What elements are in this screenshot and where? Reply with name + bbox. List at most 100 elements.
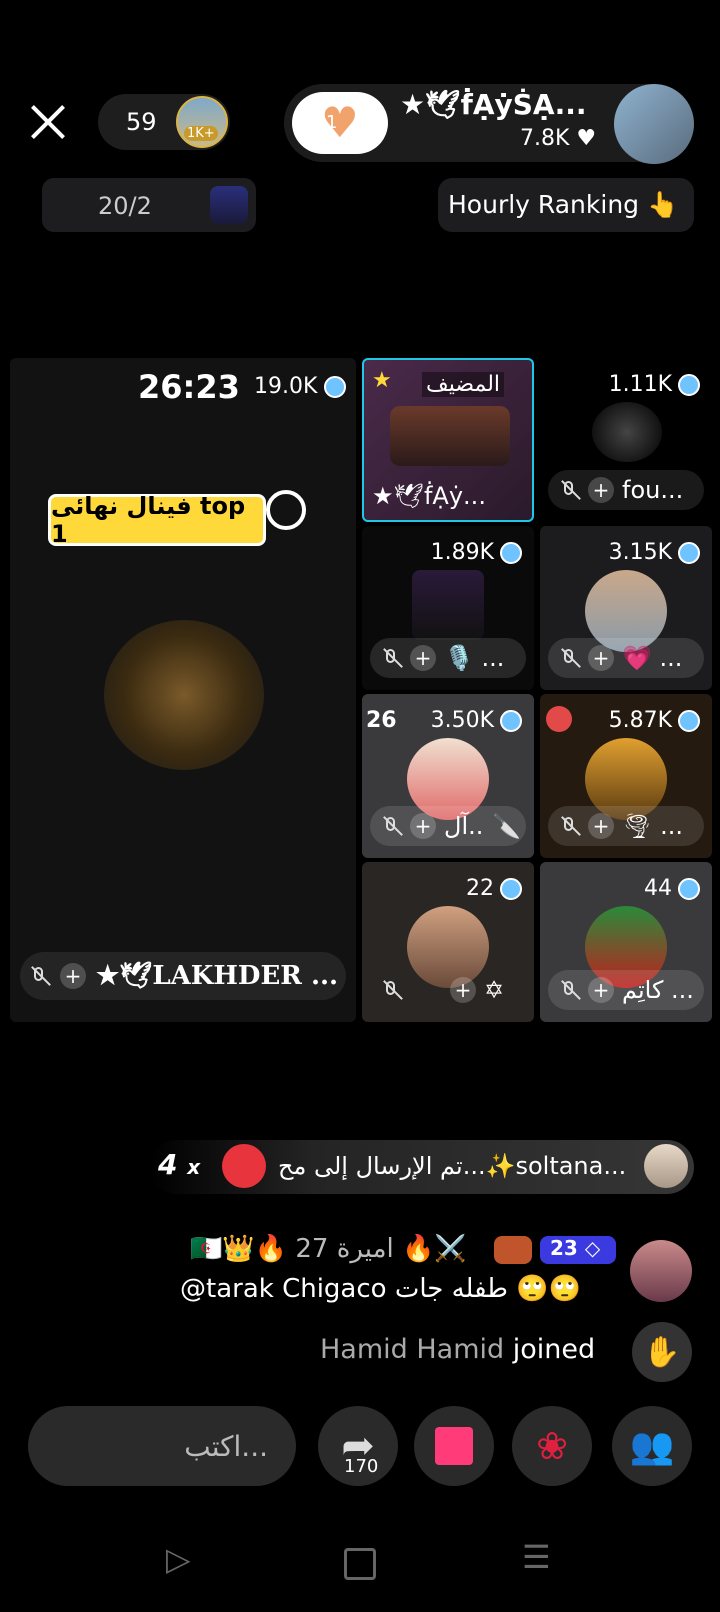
viewer-avatar: 1K+ <box>176 96 228 148</box>
seat-name: 🎙️ ... <box>444 644 505 672</box>
seat-name: 💗 ... <box>622 644 683 672</box>
nav-back-icon[interactable]: ▷ <box>166 1540 191 1578</box>
seat-6[interactable]: 5.87K + 🌪 ... <box>540 694 712 858</box>
seat-prefix: 26 <box>366 708 397 733</box>
like-count: 1 <box>326 112 338 133</box>
rose-button[interactable]: ❀ <box>512 1406 592 1486</box>
mic-off-icon <box>28 965 50 987</box>
follow-button[interactable]: + <box>410 813 436 839</box>
nav-menu-icon[interactable]: ☰ <box>522 1538 551 1576</box>
verified-icon <box>500 709 522 732</box>
gift-sender-avatar <box>644 1144 688 1188</box>
join-message: Hamid Hamid joined <box>320 1334 620 1374</box>
like-button[interactable]: ♥ 1 <box>292 92 388 154</box>
seat-name: fou... <box>622 476 684 504</box>
nav-home-icon[interactable] <box>344 1548 376 1580</box>
main-avatar <box>104 620 264 770</box>
verified-icon <box>678 877 700 900</box>
seat-2[interactable]: 1.11K + fou... <box>540 358 712 522</box>
seat-avatar <box>592 402 662 462</box>
host-likes: 7.8K ♥ <box>520 126 597 151</box>
seat-host-avatar <box>390 406 510 466</box>
seat-score: 44 <box>644 876 700 901</box>
follow-button[interactable]: + <box>410 645 436 671</box>
comment-input-placeholder: اكتب... <box>184 1430 268 1463</box>
host-avatar[interactable] <box>614 84 694 164</box>
commenter-avatar[interactable] <box>630 1240 692 1302</box>
verified-icon <box>678 541 700 564</box>
goal-progress: 20/2 <box>98 192 152 220</box>
hourly-ranking-button[interactable]: Hourly Ranking 👆 <box>438 178 694 232</box>
seat-3[interactable]: 1.89K + 🎙️ ... <box>362 526 534 690</box>
mic-off-icon <box>380 815 402 837</box>
comment-input[interactable]: اكتب... <box>28 1406 296 1486</box>
gift-box-icon <box>435 1427 473 1465</box>
seat-score: 1.89K <box>431 540 522 565</box>
seat-name: 🌪 ... <box>622 812 683 840</box>
seat-namebar: + 🌪 ... <box>548 806 704 846</box>
seat-4[interactable]: 3.15K + 💗 ... <box>540 526 712 690</box>
mic-off-icon <box>558 815 580 837</box>
seat-name: ✡ <box>484 976 505 1004</box>
seat-namebar: + fou... <box>548 470 704 510</box>
seat-avatar <box>412 570 484 640</box>
nav-bar: ▷ ☰ <box>0 1520 720 1612</box>
goal-pill[interactable]: 20/2 <box>42 178 256 232</box>
close-button[interactable] <box>26 102 66 142</box>
viewer-count-pill[interactable]: 59 1K+ <box>98 94 230 150</box>
viewer-badge: 1K+ <box>184 126 218 141</box>
verified-icon <box>324 376 347 398</box>
host-card[interactable]: ♥ 1 ★🕊ḟẠẏṠẠ... 7.8K ♥ <box>284 84 694 164</box>
verified-icon <box>500 877 522 900</box>
seat-7[interactable]: 22 + ✡ <box>362 862 534 1022</box>
comment-text: @tarak Chigaco طفله جات 🙄🙄 <box>180 1274 581 1304</box>
seat-name: كاتِم ... <box>622 976 694 1004</box>
main-namebar: + ★🕊LAKHDER ... <box>20 952 346 1000</box>
follow-button[interactable]: + <box>588 477 614 503</box>
comment-item: 🇩🇿👑🔥 اميرة 27 🔥⚔️ 23 ◇ @tarak Chigaco طف… <box>0 1234 720 1334</box>
user-line: 🇩🇿👑🔥 اميرة 27 🔥⚔️ <box>190 1234 467 1264</box>
gift-text: تم الإرسال إلى مح...✨soltana... <box>278 1152 627 1180</box>
mic-off-icon <box>380 979 402 1001</box>
share-button[interactable]: ➦ 170 <box>318 1406 398 1486</box>
join-action: joined <box>512 1334 596 1365</box>
heart-badge <box>494 1236 532 1264</box>
gift-button[interactable] <box>414 1406 494 1486</box>
guests-button[interactable]: 👥 <box>612 1406 692 1486</box>
rose-icon: ❀ <box>536 1424 568 1468</box>
seat-namebar: + ✡ <box>370 970 526 1010</box>
seat-name: آل.. 🔪 <box>444 812 521 840</box>
tag-icon <box>266 490 306 530</box>
follow-button[interactable]: + <box>588 813 614 839</box>
follow-button[interactable]: + <box>60 963 86 989</box>
seat-5[interactable]: 26 3.50K + آل.. 🔪 <box>362 694 534 858</box>
verified-icon <box>678 373 700 396</box>
mic-off-icon <box>558 479 580 501</box>
main-score: 19.0K <box>254 374 347 399</box>
seat-score: 3.15K <box>609 540 700 565</box>
seat-host[interactable]: ★ المضيف ★🕊ḟẠẏ... <box>362 358 534 522</box>
wave-button[interactable]: ✋ <box>632 1322 692 1382</box>
goal-icon <box>210 186 248 224</box>
follow-button[interactable]: + <box>450 977 476 1003</box>
star-icon: ★ <box>372 368 392 393</box>
main-seat[interactable]: 26:23 19.0K فينال نهائى top 1 + ★🕊LAKHDE… <box>10 358 356 1022</box>
main-tag: فينال نهائى top 1 <box>48 492 266 548</box>
gift-banner: 4 x تم الإرسال إلى مح...✨soltana... <box>150 1140 694 1194</box>
timer: 26:23 <box>138 368 240 406</box>
diamond-icon: ◇ <box>584 1236 601 1260</box>
gift-icon <box>222 1144 266 1188</box>
verified-icon <box>678 709 700 732</box>
verified-icon <box>500 541 522 564</box>
seat-namebar: + آل.. 🔪 <box>370 806 526 846</box>
hourly-ranking-label: Hourly Ranking 👆 <box>448 190 679 219</box>
mic-off-icon <box>558 647 580 669</box>
host-name: ★🕊ḟẠẏṠẠ... <box>400 88 587 121</box>
seat-namebar: + 💗 ... <box>548 638 704 678</box>
seat-8[interactable]: 44 + كاتِم ... <box>540 862 712 1022</box>
follow-button[interactable]: + <box>588 645 614 671</box>
level-badge: 23 ◇ <box>540 1236 616 1264</box>
seat-namebar: + كاتِم ... <box>548 970 704 1010</box>
seat-namebar: + 🎙️ ... <box>370 638 526 678</box>
follow-button[interactable]: + <box>588 977 614 1003</box>
